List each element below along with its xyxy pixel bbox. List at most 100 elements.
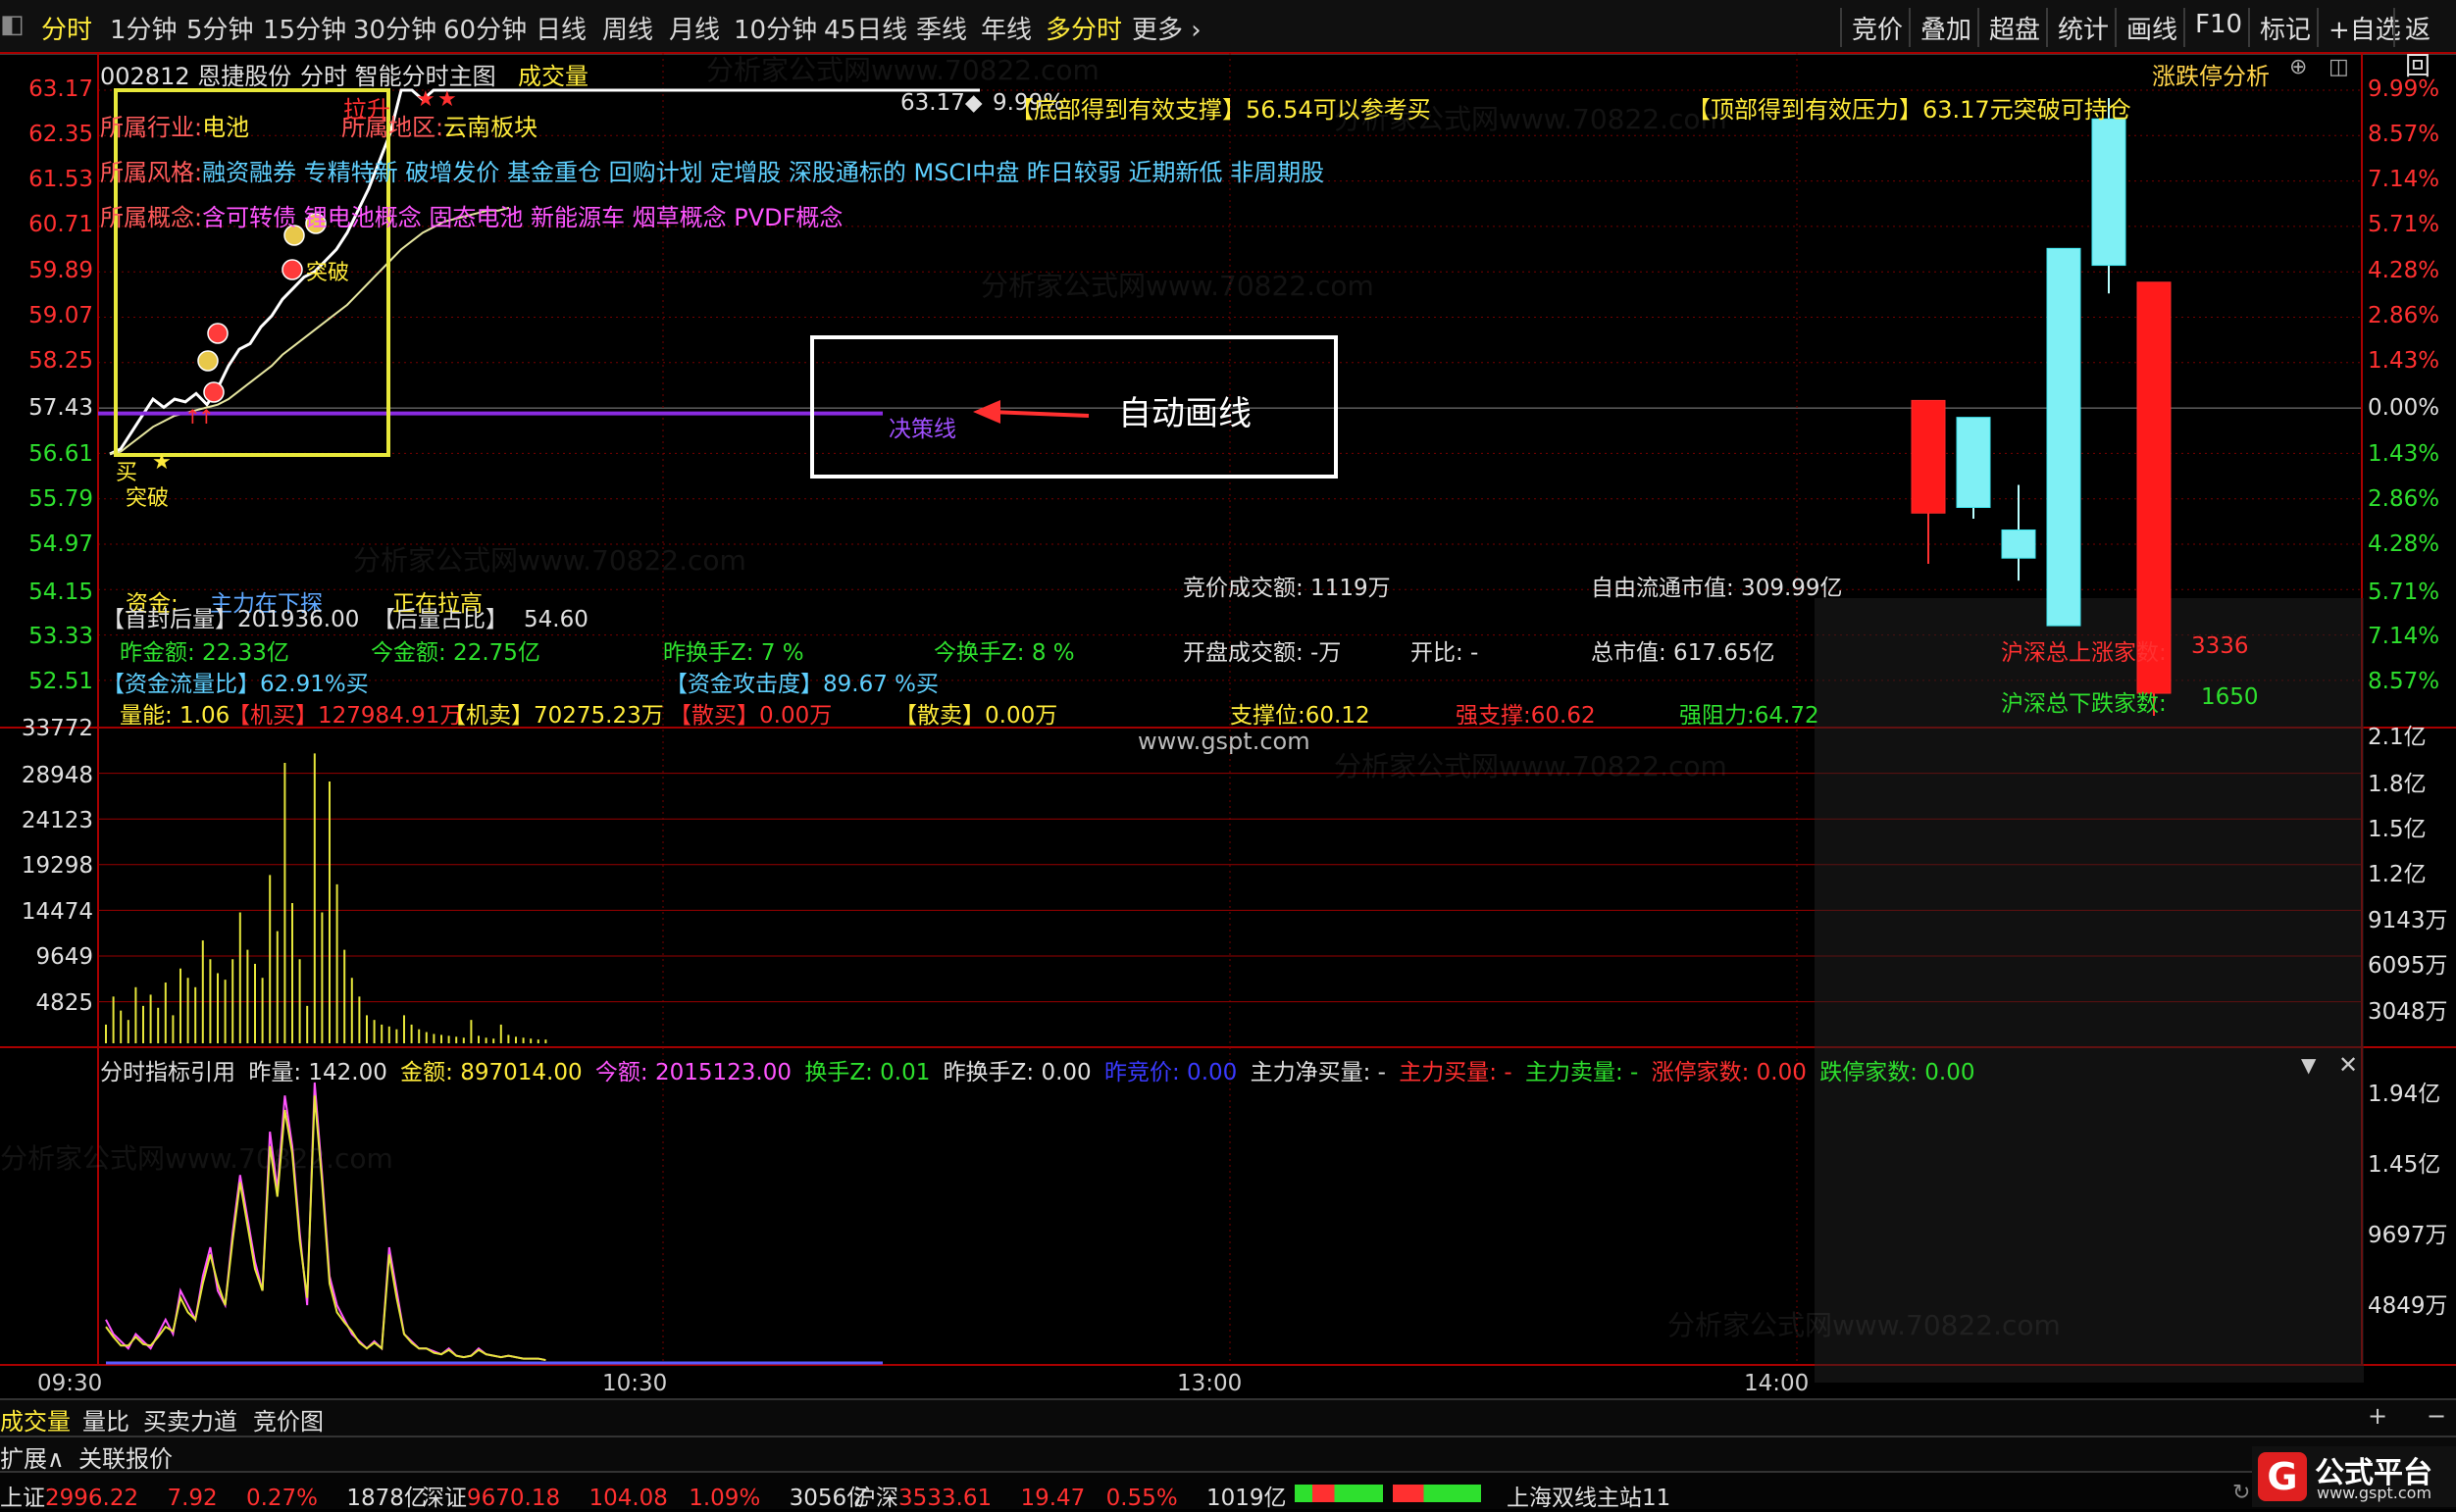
pct-tick: 8.57% [2368,669,2440,694]
time-tick: 10:30 [602,1371,668,1396]
hs-label: 沪深 [853,1486,898,1511]
watermark: 分析家公式网www.70822.com [1334,750,1727,782]
concept-row: 所属概念:含可转债 锂电池概念 固态电池 新能源车 烟草概念 PVDF概念 [100,198,843,232]
indicator-limit-down: 跌停家数: 0.00 [1819,1060,1975,1085]
price-tick: 61.53 [28,167,93,192]
indicator-net-buy: 主力净买量: - [1250,1060,1386,1085]
candle-body [2091,118,2126,267]
hs-amount: 1019亿 [1206,1486,1287,1511]
up-count-value: 3336 [2191,633,2249,659]
pct-tick: 7.14% [2368,167,2440,192]
inst-buy: 【机买】127984.91万 [228,703,463,729]
volume-tick-right: 1.5亿 [2368,817,2427,842]
bottom-tab-volume[interactable]: 成交量 [0,1402,71,1436]
indicator-main-sell: 主力卖量: - [1524,1060,1639,1085]
down-count-value: 1650 [2201,684,2259,710]
seal-ratio-value: 54.60 [524,607,588,632]
style-row: 所属风格:融资融券 专精特新 破增发价 基金重仓 回购计划 定增股 深股通标的 … [100,153,1324,187]
retail-sell: 【散卖】0.00万 [895,703,1058,729]
window-icon[interactable]: ◫ [2328,55,2349,79]
annotation-text: 自动画线 [1118,394,1252,433]
sz-value: 9670.18 [467,1486,561,1511]
volume-tick: 4825 [35,990,93,1016]
expand-toggle[interactable]: 扩展∧ [0,1439,65,1474]
watermark: 分析家公式网www.70822.com [706,54,1100,86]
signal-marker [197,350,219,372]
price-tick: 56.61 [28,441,93,467]
hs-value: 3533.61 [898,1486,993,1511]
refresh-icon[interactable]: ↻ [2232,1481,2250,1505]
vol-ratio: 量能: 1.06 [120,703,230,729]
indicator-limit-up: 涨停家数: 0.00 [1651,1060,1807,1085]
volume-tick: 33772 [21,716,93,741]
seal-volume-value: 201936.00 [237,607,360,632]
candle-body [2136,281,2172,694]
star-icon: ★ [152,450,172,475]
watermark: 分析家公式网www.70822.com [981,270,1374,302]
attack-ratio: 【资金攻击度】89.67 %买 [665,672,940,697]
volume-tab[interactable]: 成交量 [518,57,588,91]
price-tick: 54.15 [28,580,93,605]
pressure-message: 【顶部得到有效压力】63.17元突破可持仓 [1687,96,2131,124]
arrow-up-icon: ↑ [198,405,215,428]
related-quotes-tab[interactable]: 关联报价 [78,1439,173,1474]
seal-ratio-label: 【后量占比】 [373,607,508,632]
strong-resistance: 强阻力:64.72 [1679,703,1819,729]
time-tick: 14:00 [1744,1371,1810,1396]
pct-tick: 4.28% [2368,258,2440,283]
volume-tick: 14474 [21,899,93,925]
concept-value: 含可转债 锂电池概念 固态电池 新能源车 烟草概念 PVDF概念 [202,204,844,231]
bottom-tabs [0,1398,2456,1436]
market-breadth-bars [1295,1479,1481,1504]
bottom-tab-volratio[interactable]: 量比 [82,1402,129,1436]
indicator-series [105,1082,883,1365]
strong-support: 强支撑:60.62 [1456,703,1596,729]
price-mark: 63.17◆ [900,90,983,116]
volume-tick-right: 1.8亿 [2368,772,2427,797]
seal-ratio: 【后量占比】 54.60 [373,600,588,633]
up-count-label: 沪深总上涨家数: [2001,640,2167,666]
sz-change: 104.08 [588,1486,668,1511]
pct-tick: 5.71% [2368,580,2440,605]
hs-pct: 0.55% [1105,1486,1178,1511]
seal-volume-label: 【首封后量】 [102,607,237,632]
annotation-box [810,335,1338,479]
zoom-out-icon[interactable]: − [2427,1402,2446,1430]
chart-view-title: 分时 智能分时主图 [300,63,496,90]
indicator-dropdown-icon[interactable]: ▼ [2301,1053,2316,1077]
indicator-header: 分时指标引用 昨量: 142.00 金额: 897014.00 今额: 2015… [100,1053,1974,1086]
price-tick: 52.51 [28,669,93,694]
logo-url: www.gspt.com [2317,1484,2432,1502]
zoom-in-icon[interactable]: + [2368,1402,2387,1430]
indicator-tick: 1.45亿 [2368,1152,2441,1178]
volume-tick: 9649 [35,944,93,970]
price-tick: 60.71 [28,212,93,237]
open-ratio: 开比: - [1410,640,1479,666]
price-tick: 62.35 [28,122,93,147]
down-count-label: 沪深总下跌家数: [2001,691,2167,717]
total-market-cap: 总市值: 617.65亿 [1591,640,1775,666]
region-value: 云南板块 [443,114,538,141]
indicator-tick: 1.94亿 [2368,1082,2441,1107]
industry-label: 所属行业: [100,114,203,141]
volume-tick-right: 2.1亿 [2368,725,2427,750]
price-tick: 59.07 [28,303,93,328]
industry-row: 所属行业:电池 [100,108,249,142]
today-turnover: 今换手Z: 8 % [934,640,1075,666]
tupo-label-1: 突破 [306,261,350,285]
expand-icon[interactable]: ⊕ [2289,55,2307,79]
sh-pct: 0.27% [245,1486,319,1511]
industry-value: 电池 [202,114,250,141]
logo-icon: G [2258,1452,2307,1501]
bottom-tab-force[interactable]: 买卖力道 [143,1402,237,1436]
close-icon[interactable]: ✕ [2338,1051,2358,1079]
bottom-tab-auction[interactable]: 竞价图 [253,1402,324,1436]
signal-marker [281,259,303,280]
volume-tick-right: 3048万 [2368,999,2448,1025]
bottom-tabs-2 [0,1436,2456,1473]
candle-body [1956,417,1991,509]
pct-tick: 8.57% [2368,122,2440,147]
limit-analysis-link[interactable]: 涨跌停分析 [2152,57,2270,91]
pct-tick: 0.00% [2368,395,2440,421]
price-tick: 58.25 [28,348,93,374]
